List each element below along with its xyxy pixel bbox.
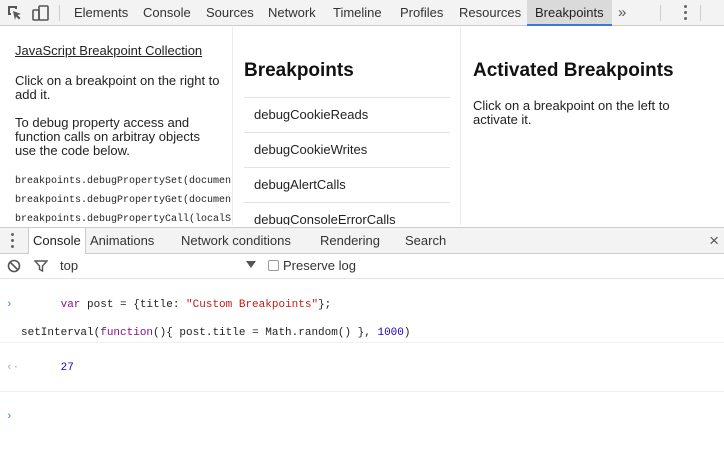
- drawer-tab-console[interactable]: Console: [28, 228, 86, 254]
- filter-icon[interactable]: [34, 259, 48, 273]
- preserve-log-label: Preserve log: [283, 258, 356, 273]
- console-input-line[interactable]: ›: [0, 396, 724, 438]
- inspected-panel: JavaScript Breakpoint Collection Click o…: [0, 27, 724, 225]
- code-token: "Custom Breakpoints": [186, 299, 319, 311]
- collection-title-link[interactable]: JavaScript Breakpoint Collection: [15, 43, 222, 58]
- toolbar-divider: [59, 5, 60, 21]
- preserve-log-checkbox[interactable]: [268, 260, 279, 271]
- tab-timeline[interactable]: Timeline: [333, 0, 382, 26]
- activated-column: Activated Breakpoints Click on a breakpo…: [462, 27, 724, 225]
- input-prompt-icon: ›: [6, 299, 13, 311]
- tab-elements[interactable]: Elements: [74, 0, 128, 26]
- code-token: function: [100, 327, 154, 339]
- input-prompt-icon: ›: [6, 411, 13, 423]
- console-prompt[interactable]: ›: [0, 392, 724, 440]
- tab-sources[interactable]: Sources: [206, 0, 254, 26]
- tab-resources[interactable]: Resources: [459, 0, 521, 26]
- code-token: ): [403, 327, 411, 339]
- inspect-element-icon[interactable]: [5, 3, 25, 23]
- instructions-paragraph: To debug property access and function ca…: [15, 115, 200, 158]
- console-input-entry: › var post = {title: "Custom Breakpoints"…: [0, 280, 724, 343]
- more-tabs-icon[interactable]: »: [618, 0, 626, 26]
- drawer-toolbar: Console Animations Network conditions Re…: [0, 227, 724, 254]
- result-value: 27: [60, 362, 74, 374]
- chevron-down-icon[interactable]: [246, 261, 256, 268]
- code-sample: breakpoints.debugPropertySet(document br…: [15, 172, 233, 225]
- console-toolbar: top Preserve log: [0, 254, 724, 279]
- console-code-line: › var post = {title: "Custom Breakpoints"…: [0, 284, 724, 326]
- code-token: setInterval(: [21, 327, 101, 339]
- breakpoint-item[interactable]: debugConsoleErrorCalls: [244, 203, 450, 225]
- code-token: 1000: [377, 327, 404, 339]
- code-token: (){ post.title = Math.random() },: [153, 327, 378, 339]
- tab-network[interactable]: Network: [268, 0, 316, 26]
- code-token: post = {title:: [80, 299, 187, 311]
- toolbar-divider: [660, 5, 661, 21]
- preserve-log-toggle[interactable]: Preserve log: [268, 254, 356, 278]
- breakpoints-column: Breakpoints debugCookieReads debugCookie…: [234, 27, 461, 225]
- code-token: var: [60, 299, 81, 311]
- code-token: };: [318, 299, 332, 311]
- intro-column: JavaScript Breakpoint Collection Click o…: [0, 27, 233, 225]
- tab-breakpoints[interactable]: Breakpoints: [527, 0, 612, 26]
- tab-console[interactable]: Console: [143, 0, 191, 26]
- console-result-entry: ‹· 27: [0, 343, 724, 392]
- context-selector[interactable]: top: [60, 254, 78, 278]
- kebab-menu-icon[interactable]: [683, 5, 687, 21]
- console-code-line: setInterval(function(){ post.title = Mat…: [0, 326, 724, 340]
- devtools-toolbar: Elements Console Sources Network Timelin…: [0, 0, 724, 26]
- clear-console-icon[interactable]: [7, 259, 21, 273]
- code-line: breakpoints.debugPropertyCall(localSt: [15, 214, 233, 225]
- code-line: breakpoints.debugPropertySet(document: [15, 176, 233, 187]
- console-output: › var post = {title: "Custom Breakpoints"…: [0, 280, 724, 453]
- close-drawer-icon[interactable]: ×: [709, 231, 719, 251]
- toolbar-divider: [700, 5, 701, 21]
- activated-heading: Activated Breakpoints: [473, 60, 674, 81]
- activated-description: Click on a breakpoint on the left to act…: [473, 98, 670, 127]
- breakpoints-heading: Breakpoints: [244, 60, 354, 81]
- breakpoint-item[interactable]: debugAlertCalls: [244, 168, 450, 203]
- drawer-tab-network-conditions[interactable]: Network conditions: [181, 228, 291, 254]
- tab-profiles[interactable]: Profiles: [400, 0, 443, 26]
- drawer-tab-rendering[interactable]: Rendering: [320, 228, 380, 254]
- drawer-tab-animations[interactable]: Animations: [90, 228, 154, 254]
- device-mode-icon[interactable]: [30, 3, 50, 23]
- breakpoint-item[interactable]: debugCookieWrites: [244, 133, 450, 168]
- console-result-line: ‹· 27: [0, 347, 724, 389]
- breakpoints-list: debugCookieReads debugCookieWrites debug…: [244, 97, 450, 225]
- breakpoint-item[interactable]: debugCookieReads: [244, 98, 450, 133]
- drawer-tab-search[interactable]: Search: [405, 228, 446, 254]
- code-line: breakpoints.debugPropertyGet(document: [15, 195, 233, 206]
- intro-paragraph: Click on a breakpoint on the right to ad…: [15, 73, 220, 102]
- result-arrow-icon: ‹·: [6, 362, 20, 374]
- drawer-menu-icon[interactable]: [11, 233, 15, 251]
